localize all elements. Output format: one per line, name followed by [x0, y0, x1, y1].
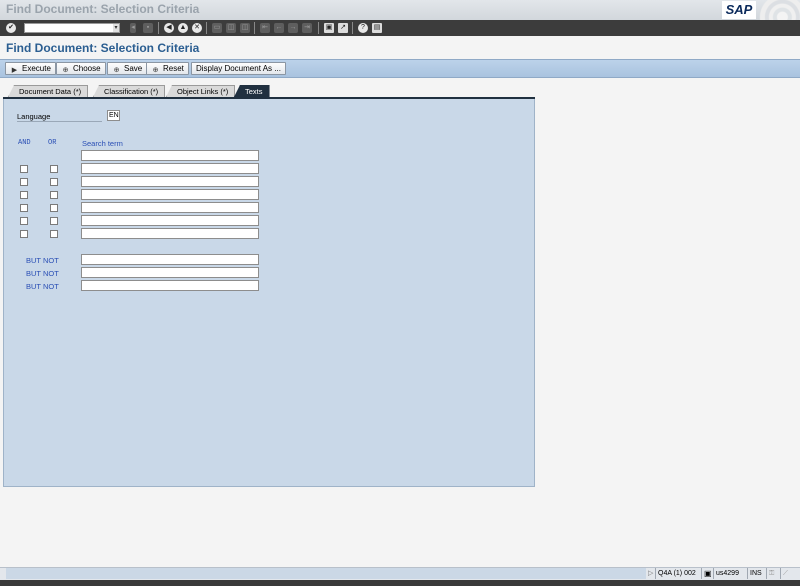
previous-page-icon[interactable]: ←: [274, 23, 284, 33]
search-term-input-5[interactable]: [81, 202, 259, 213]
back-arrow-icon[interactable]: ◂: [130, 23, 136, 33]
or-checkbox-7[interactable]: [50, 230, 58, 238]
command-dropdown-icon[interactable]: ▾: [113, 24, 119, 32]
save-icon[interactable]: ▪: [143, 23, 153, 33]
taskbar-strip: [0, 580, 800, 586]
page-title: Find Document: Selection Criteria: [6, 41, 200, 55]
reset-button[interactable]: ⊕ Reset: [146, 62, 189, 75]
status-server: us4299: [713, 568, 741, 579]
and-checkbox-5[interactable]: [20, 204, 28, 212]
back-icon[interactable]: ◀: [164, 23, 174, 33]
display-document-as-button[interactable]: Display Document As ...: [191, 62, 286, 75]
and-checkbox-4[interactable]: [20, 191, 28, 199]
print-icon[interactable]: ▭: [212, 23, 222, 33]
search-term-input-3[interactable]: [81, 176, 259, 187]
search-term-input-6[interactable]: [81, 215, 259, 226]
tab-object-links[interactable]: Object Links (*): [166, 85, 236, 97]
choose-button[interactable]: ⊕ Choose: [56, 62, 106, 75]
but-not-input-3[interactable]: [81, 280, 259, 291]
but-not-input-1[interactable]: [81, 254, 259, 265]
tab-texts[interactable]: Texts: [234, 85, 270, 97]
shortcut-icon[interactable]: ↗: [338, 23, 348, 33]
or-checkbox-5[interactable]: [50, 204, 58, 212]
and-checkbox-2[interactable]: [20, 165, 28, 173]
application-toolbar: ▶ Execute ⊕ Choose ⊕ Save ⊕ Reset Display Do…: [0, 59, 800, 78]
find-next-icon[interactable]: ◫: [240, 23, 250, 33]
and-header: AND: [18, 139, 31, 147]
reset-icon: ⊕: [152, 67, 159, 74]
but-not-input-2[interactable]: [81, 267, 259, 278]
search-term-input-4[interactable]: [81, 189, 259, 200]
language-label: Language: [17, 112, 51, 121]
enter-icon[interactable]: ✔: [6, 23, 16, 33]
and-checkbox-7[interactable]: [20, 230, 28, 238]
layout-menu-icon[interactable]: ▤: [372, 23, 382, 33]
create-session-icon[interactable]: ▣: [324, 23, 334, 33]
choose-icon: ⊕: [62, 67, 69, 74]
status-lock-icon: ⚿: [766, 568, 776, 579]
exit-icon[interactable]: ▲: [178, 23, 188, 33]
window-title: Find Document: Selection Criteria: [6, 2, 200, 16]
tab-document-data[interactable]: Document Data (*): [8, 85, 89, 97]
or-header: OR: [48, 139, 57, 147]
status-expand-icon[interactable]: ▷: [646, 568, 655, 579]
help-icon[interactable]: ?: [358, 23, 368, 33]
and-checkbox-6[interactable]: [20, 217, 28, 225]
but-not-label-2: BUT NOT: [26, 269, 59, 278]
status-message: [6, 568, 646, 579]
find-icon[interactable]: ◫: [226, 23, 236, 33]
search-term-input-7[interactable]: [81, 228, 259, 239]
or-checkbox-6[interactable]: [50, 217, 58, 225]
status-system: Q4A (1) 002: [655, 568, 698, 579]
tab-classification[interactable]: Classification (*): [93, 85, 166, 97]
execute-icon: ▶: [11, 67, 18, 74]
sap-logo: SAP: [722, 1, 756, 19]
resize-grip-icon[interactable]: ⟋: [780, 568, 800, 579]
next-page-icon[interactable]: →: [288, 23, 298, 33]
save-icon: ⊕: [113, 67, 120, 74]
first-page-icon[interactable]: ⇤: [260, 23, 270, 33]
but-not-label-3: BUT NOT: [26, 282, 59, 291]
last-page-icon[interactable]: ⇥: [302, 23, 312, 33]
language-label-underline: [17, 121, 102, 122]
and-checkbox-3[interactable]: [20, 178, 28, 186]
search-term-header: Search term: [82, 139, 123, 148]
or-checkbox-3[interactable]: [50, 178, 58, 186]
status-mode: INS: [747, 568, 764, 579]
search-term-input-1[interactable]: [81, 150, 259, 161]
but-not-label-1: BUT NOT: [26, 256, 59, 265]
status-session-icon[interactable]: ▣: [701, 568, 714, 579]
or-checkbox-2[interactable]: [50, 165, 58, 173]
save-button[interactable]: ⊕ Save: [107, 62, 148, 75]
or-checkbox-4[interactable]: [50, 191, 58, 199]
execute-button[interactable]: ▶ Execute: [5, 62, 56, 75]
language-field[interactable]: EN: [107, 110, 120, 121]
standard-toolbar: ✔ ▾ ◂ ▪ ◀ ▲ ✕ ▭ ◫ ◫ ⇤ ← → ⇥ ▣ ↗ ? ▤: [0, 20, 800, 36]
command-field[interactable]: [24, 23, 120, 33]
search-term-input-2[interactable]: [81, 163, 259, 174]
cancel-icon[interactable]: ✕: [192, 23, 202, 33]
